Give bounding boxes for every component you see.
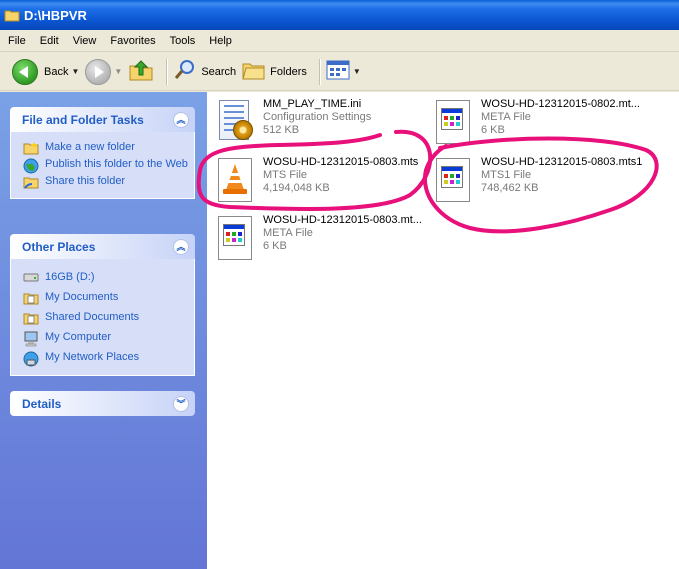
my-documents-icon xyxy=(23,291,39,305)
menu-file[interactable]: File xyxy=(8,35,26,47)
menu-help[interactable]: Help xyxy=(209,35,232,47)
collapse-chevron-icon[interactable]: ︽ xyxy=(173,111,189,128)
views-icon xyxy=(326,60,350,83)
meta-file-icon xyxy=(215,214,257,262)
file-item[interactable]: WOSU-HD-12312015-0803.mt... META File 6 … xyxy=(215,214,435,262)
place-shared-documents[interactable]: Shared Documents xyxy=(23,311,194,325)
meta-file-icon xyxy=(433,98,475,146)
task-label: Make a new folder xyxy=(45,141,135,153)
task-publish-web[interactable]: Publish this folder to the Web xyxy=(23,158,194,174)
back-label: Back xyxy=(44,65,69,78)
file-type: META File xyxy=(263,227,313,239)
panel-title: File and Folder Tasks xyxy=(22,112,144,127)
details-panel: Details ︾ xyxy=(10,391,195,416)
file-size: 4,194,048 KB xyxy=(263,182,330,194)
up-folder-icon xyxy=(128,57,154,86)
place-my-computer[interactable]: My Computer xyxy=(23,331,194,347)
file-item[interactable]: MM_PLAY_TIME.ini Configuration Settings … xyxy=(215,98,435,146)
new-folder-icon xyxy=(23,141,39,155)
place-label: My Network Places xyxy=(45,351,140,363)
forward-arrow-icon xyxy=(85,58,112,85)
drive-icon xyxy=(23,271,39,285)
folder-icon xyxy=(4,8,20,22)
back-arrow-icon xyxy=(12,58,38,85)
menu-favorites[interactable]: Favorites xyxy=(110,35,155,47)
task-label: Publish this folder to the Web xyxy=(45,158,188,170)
search-icon xyxy=(173,58,197,85)
panel-title: Other Places xyxy=(22,239,96,254)
forward-button[interactable]: ▼ xyxy=(85,57,122,87)
file-size: 6 KB xyxy=(481,124,505,136)
place-drive-d[interactable]: 16GB (D:) xyxy=(23,271,194,285)
title-bar[interactable]: D:\HBPVR xyxy=(0,0,679,30)
globe-icon xyxy=(23,158,39,174)
task-make-new-folder[interactable]: Make a new folder xyxy=(23,141,194,155)
forward-dropdown-icon[interactable]: ▼ xyxy=(114,67,122,76)
place-label: My Documents xyxy=(45,291,119,303)
file-folder-tasks-panel: File and Folder Tasks ︽ Make a new folde… xyxy=(10,107,195,199)
file-folder-tasks-header[interactable]: File and Folder Tasks ︽ xyxy=(10,107,195,132)
file-size: 748,462 KB xyxy=(481,182,539,194)
other-places-panel: Other Places ︽ 16GB (D:) My Documents Sh… xyxy=(10,234,195,376)
menu-bar: File Edit View Favorites Tools Help xyxy=(0,30,679,52)
vlc-cone-icon xyxy=(215,156,257,204)
panel-body: 16GB (D:) My Documents Shared Documents … xyxy=(10,259,195,376)
place-my-documents[interactable]: My Documents xyxy=(23,291,194,305)
up-folder-button[interactable] xyxy=(128,57,154,87)
place-label: 16GB (D:) xyxy=(45,271,95,283)
expand-chevron-icon[interactable]: ︾ xyxy=(173,395,189,412)
views-dropdown-icon[interactable]: ▼ xyxy=(353,67,361,76)
file-name: WOSU-HD-12312015-0803.mts1 xyxy=(481,156,643,168)
shared-documents-icon xyxy=(23,311,39,325)
task-label: Share this folder xyxy=(45,175,126,187)
folders-button[interactable]: Folders xyxy=(242,57,307,87)
network-icon xyxy=(23,351,39,367)
panel-body: Make a new folder Publish this folder to… xyxy=(10,132,195,199)
file-item[interactable]: WOSU-HD-12312015-0803.mts MTS File 4,194… xyxy=(215,156,435,204)
share-folder-icon xyxy=(23,175,39,189)
toolbar-separator xyxy=(318,58,320,85)
search-label: Search xyxy=(201,65,237,78)
mts1-file-icon xyxy=(433,156,475,204)
back-dropdown-icon[interactable]: ▼ xyxy=(71,67,79,76)
collapse-chevron-icon[interactable]: ︽ xyxy=(173,238,189,255)
file-type: MTS File xyxy=(263,169,307,181)
file-name: WOSU-HD-12312015-0803.mts xyxy=(263,156,419,168)
place-my-network-places[interactable]: My Network Places xyxy=(23,351,194,367)
task-pane: File and Folder Tasks ︽ Make a new folde… xyxy=(0,92,207,569)
details-header[interactable]: Details ︾ xyxy=(10,391,195,416)
toolbar: Back ▼ ▼ Search Folders ▼ xyxy=(0,53,679,91)
file-type: MTS1 File xyxy=(481,169,532,181)
file-item[interactable]: WOSU-HD-12312015-0802.mt... META File 6 … xyxy=(433,98,653,146)
menu-edit[interactable]: Edit xyxy=(40,35,59,47)
file-type: Configuration Settings xyxy=(263,111,372,123)
menu-tools[interactable]: Tools xyxy=(170,35,196,47)
search-button[interactable]: Search xyxy=(173,57,236,87)
menu-view[interactable]: View xyxy=(73,35,97,47)
place-label: My Computer xyxy=(45,331,112,343)
file-list-view: MM_PLAY_TIME.ini Configuration Settings … xyxy=(207,92,679,569)
file-name: MM_PLAY_TIME.ini xyxy=(263,98,362,110)
file-size: 6 KB xyxy=(263,240,287,252)
panel-title: Details xyxy=(22,396,62,411)
back-button[interactable]: Back ▼ xyxy=(12,57,79,87)
file-name: WOSU-HD-12312015-0802.mt... xyxy=(481,98,640,110)
file-type: META File xyxy=(481,111,531,123)
task-share-folder[interactable]: Share this folder xyxy=(23,175,194,189)
toolbar-separator xyxy=(166,58,168,85)
folders-icon xyxy=(242,59,266,84)
other-places-header[interactable]: Other Places ︽ xyxy=(10,234,195,259)
views-button[interactable]: ▼ xyxy=(326,57,361,87)
file-size: 512 KB xyxy=(263,124,300,136)
config-settings-icon xyxy=(215,98,257,146)
file-name: WOSU-HD-12312015-0803.mt... xyxy=(263,214,422,226)
file-item[interactable]: WOSU-HD-12312015-0803.mts1 MTS1 File 748… xyxy=(433,156,653,204)
place-label: Shared Documents xyxy=(45,311,140,323)
window-title: D:\HBPVR xyxy=(24,7,87,23)
folders-label: Folders xyxy=(270,65,307,78)
computer-icon xyxy=(23,331,39,347)
